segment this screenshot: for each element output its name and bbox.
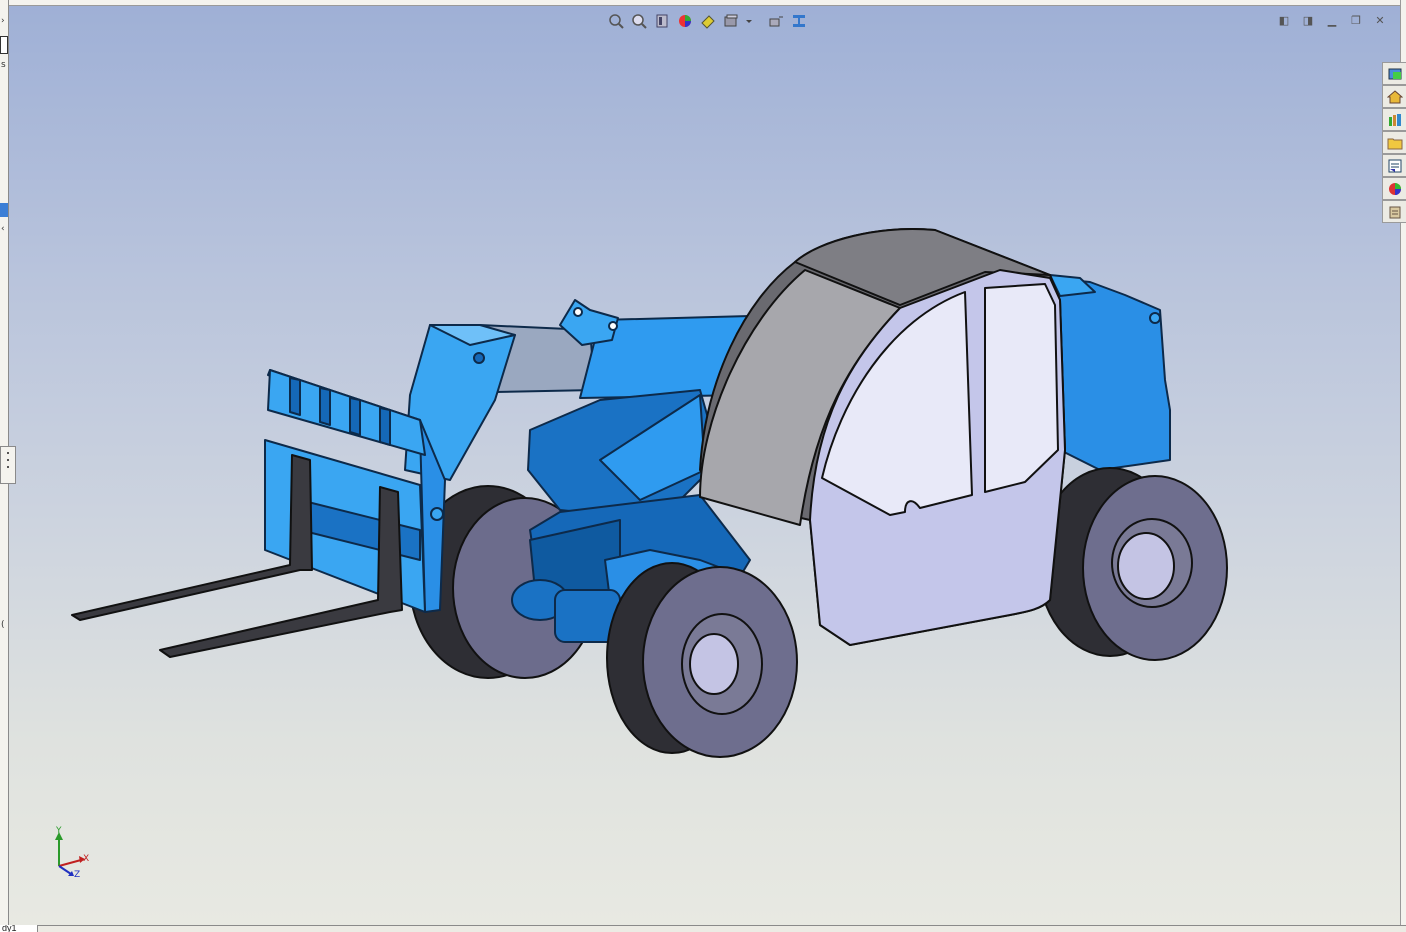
tree-glyph-icon: s <box>1 60 6 70</box>
hide-show-icon[interactable] <box>766 12 786 30</box>
task-pane-tabs <box>1382 62 1406 223</box>
triad-z-label: Z <box>74 870 81 880</box>
restore-right-icon[interactable]: ◨ <box>1300 13 1316 27</box>
chevron-down-icon[interactable] <box>744 12 754 30</box>
zoom-fit-icon[interactable] <box>606 12 626 30</box>
folder-icon <box>1387 138 1402 149</box>
tab-design-library[interactable] <box>1382 85 1406 108</box>
section-view-icon[interactable] <box>675 12 695 30</box>
display-style-icon[interactable] <box>721 12 741 30</box>
triad-x-label: X <box>83 854 90 864</box>
clipboard-icon <box>1389 206 1400 218</box>
front-wheel <box>606 562 798 758</box>
home-icon <box>1386 89 1403 103</box>
close-icon[interactable]: ✕ <box>1372 13 1388 27</box>
zoom-area-icon[interactable] <box>629 12 649 30</box>
splitter-handle[interactable] <box>0 446 16 484</box>
expand-arrow-icon[interactable]: › <box>1 16 5 26</box>
rear-right-wheel <box>1037 467 1228 661</box>
minimize-icon[interactable]: ▁ <box>1324 13 1340 27</box>
tab-custom-properties[interactable] <box>1382 177 1406 200</box>
tab-file-explorer[interactable] <box>1382 108 1406 131</box>
previous-view-icon[interactable] <box>652 12 672 30</box>
tab-resources[interactable] <box>1382 62 1406 85</box>
reference-triad: Y X Z <box>41 826 91 882</box>
feature-manager-edge[interactable]: › s ‹ ( <box>0 0 16 932</box>
top-border <box>0 0 1406 6</box>
view-orientation-icon[interactable] <box>698 12 718 30</box>
tab-view-palette[interactable] <box>1382 131 1406 154</box>
palette-list-icon <box>1388 159 1401 172</box>
telehandler-model[interactable] <box>9 6 1400 925</box>
collapse-arrow-icon[interactable]: ‹ <box>1 224 5 234</box>
tree-glyph-icon: ( <box>1 620 5 630</box>
resources-icon <box>1388 68 1401 79</box>
panel-box <box>0 36 8 54</box>
solidworks-window: ◧ ◨ ▁ ❐ ✕ Y X Z › s ‹ (dy1 <box>0 0 1406 932</box>
document-window-controls: ◧ ◨ ▁ ❐ ✕ <box>1276 13 1388 27</box>
selected-tree-item[interactable] <box>0 203 8 217</box>
library-icon <box>1388 113 1401 126</box>
scene-icon[interactable] <box>789 12 809 30</box>
heads-up-view-toolbar <box>606 11 809 31</box>
restore-left-icon[interactable]: ◧ <box>1276 13 1292 27</box>
rear-body <box>1049 274 1171 471</box>
tab-appearances[interactable] <box>1382 154 1406 177</box>
graphics-area[interactable]: ◧ ◨ ▁ ❐ ✕ Y X Z <box>9 6 1400 925</box>
tab-document-recovery[interactable] <box>1382 200 1406 223</box>
triad-y-label: Y <box>56 826 62 836</box>
tab-model[interactable]: dy1 <box>0 925 38 932</box>
color-wheel-icon <box>1388 182 1401 195</box>
maximize-icon[interactable]: ❐ <box>1348 13 1364 27</box>
model-tabs-bar <box>0 925 1406 932</box>
